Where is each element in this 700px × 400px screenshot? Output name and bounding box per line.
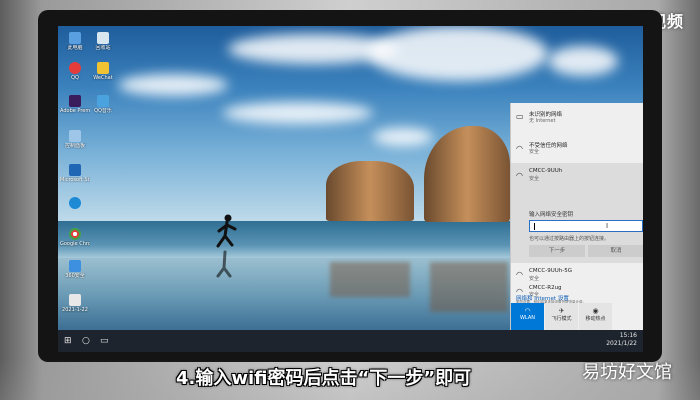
security-icon [69,260,81,272]
wifi-icon: ◠ [524,307,531,315]
task-view-icon[interactable]: ▭ [100,335,109,347]
recycle-bin-icon [97,32,109,44]
cloud [368,26,548,81]
desktop-icon[interactable]: WeChat [88,62,118,81]
wechat-icon [97,62,109,74]
wifi-flyout: ▭ 未识别的网络 无 Internet ◠ 不受信任的网络 安全 ◠ CMCC-… [510,103,643,330]
premiere-icon [69,95,81,107]
desktop-icon[interactable] [60,197,90,210]
cloud [223,102,373,124]
airplane-icon: ✈ [558,307,565,315]
network-item-connected[interactable]: ▭ 未识别的网络 无 Internet [511,105,643,129]
desktop-icon[interactable]: Google Chrome [60,228,90,247]
desktop-icon[interactable]: 2021-1-22 [60,294,90,313]
edge-icon [69,197,81,209]
qq-icon [69,62,81,74]
desktop-icon[interactable]: 此电脑 [60,32,90,51]
desktop-icon[interactable]: 360安全 [60,260,90,279]
wlan-tile[interactable]: ◠ WLAN [511,303,544,330]
ethernet-icon: ▭ [516,112,524,121]
desktop-icon[interactable]: 控制面板 [60,130,90,149]
control-panel-icon [69,130,81,142]
desktop-icon[interactable]: 回收站 [88,32,118,51]
desktop-icon[interactable]: Microsoft Store [60,164,90,183]
hotspot-icon: ◉ [592,307,599,315]
cloud [118,74,228,96]
taskbar-clock[interactable]: 15:16 2021/1/22 [606,332,637,348]
rock-reflection [330,262,410,297]
chrome-icon [69,228,81,240]
network-item[interactable]: ◠ 不受信任的网络 安全 [511,136,643,160]
runner-silhouette [216,214,237,278]
desktop-icon[interactable]: QQ [60,62,90,81]
windows-icon[interactable]: ⊞ [64,335,72,347]
ibeam-pointer-icon: I [606,222,609,230]
wifi-icon: ◠ [516,144,523,153]
watermark-bottom: 易坊好文馆 [582,362,672,383]
video-caption: 4.输入wifi密码后点击“下一步”即可 [176,368,472,389]
text-cursor [534,223,535,230]
wifi-icon: ◠ [516,270,523,279]
cancel-button[interactable]: 取消 [588,245,643,257]
desktop-icon[interactable]: Adobe Premiere [60,95,90,114]
music-icon [97,95,109,107]
cloud [373,128,433,146]
search-icon[interactable]: ○ [82,335,90,347]
desktop-icon[interactable]: QQ音乐 [88,95,118,114]
airplane-mode-tile[interactable]: ✈ 飞行模式 [545,303,578,330]
wps-hint: 也可以通过按路由器上的按钮连接。 [529,236,610,242]
store-icon [69,164,81,176]
computer-icon [69,32,81,44]
network-item[interactable]: ◠ CMCC-9UUh-5G 安全 [511,265,643,283]
hotspot-tile[interactable]: ◉ 移动热点 [579,303,612,330]
cloud [548,46,618,76]
password-input[interactable]: I [529,220,643,232]
taskbar: ⊞ ○ ▭ 15:16 2021/1/22 [58,330,643,352]
file-icon [69,294,81,306]
wifi-icon: ◠ [516,171,523,180]
network-settings-link[interactable]: 网络和 Internet 设置 更改设置，例如将某连接设置为按流量计费。 [511,293,643,304]
desktop-screen: 此电脑 回收站 QQ WeChat Adobe Premiere QQ音乐 控制… [58,26,643,352]
rock-left [326,161,414,221]
monitor-frame: 此电脑 回收站 QQ WeChat Adobe Premiere QQ音乐 控制… [38,10,662,362]
rock-reflection [430,262,508,312]
password-prompt: 输入网络安全密钥 [529,212,574,218]
quick-actions: ◠ WLAN ✈ 飞行模式 ◉ 移动热点 [511,303,643,330]
next-button[interactable]: 下一步 [529,245,585,257]
